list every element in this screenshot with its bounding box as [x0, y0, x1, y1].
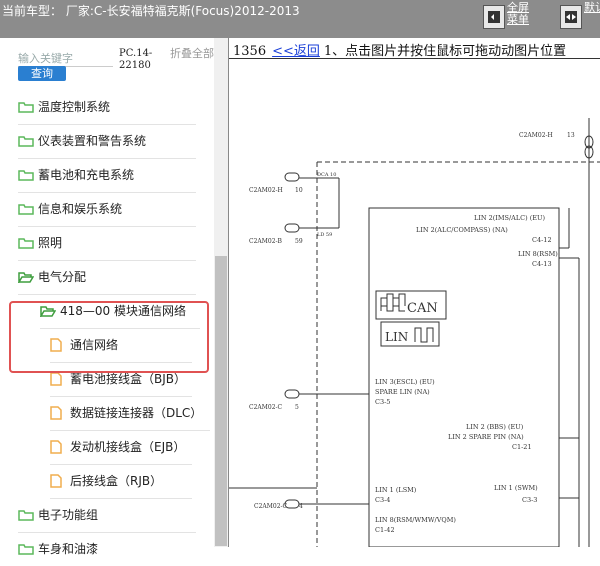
pin-desc: LIN 8(RSM) — [518, 250, 558, 258]
default-view-label: 默认 — [584, 1, 600, 14]
tree-item-label: 照明 — [38, 236, 63, 250]
folder-icon — [18, 238, 34, 249]
pin-label: 59 — [295, 238, 303, 245]
collapse-icon — [560, 5, 582, 29]
wire-label: LD 59 — [317, 232, 332, 238]
pin-label: 13 — [567, 132, 575, 139]
tree-item-label: 电子功能组 — [38, 508, 99, 522]
fullscreen-menu-label: 全屏菜单 — [507, 1, 529, 26]
wiring-diagram[interactable]: C2AM02-H 13 C2AM02-H 10 DCA 10 C2AM02-B … — [229, 58, 600, 547]
file-icon — [50, 440, 62, 454]
tree-item-infotainment[interactable]: 信息和娱乐系统 — [18, 192, 196, 227]
tree-item-label: 蓄电池和充电系统 — [38, 168, 135, 182]
page-number: 1356 — [233, 44, 267, 59]
expand-icon — [483, 5, 505, 29]
pin-number: C1-42 — [375, 526, 395, 534]
folder-icon — [18, 544, 34, 555]
pin-desc: LIN 2(IMS/ALC) (EU) — [474, 214, 546, 222]
tree-item-label: 车身和油漆 — [38, 542, 99, 556]
folder-icon — [18, 170, 34, 181]
tree-item-instruments[interactable]: 仪表装置和警告系统 — [18, 124, 196, 159]
pc-code: PC.14-22180 — [119, 48, 153, 71]
left-panel: 查询 PC.14-22180 折叠全部 温度控制系统 仪表装置和警告系统 蓄电池… — [0, 38, 228, 556]
wire-label: DCA 10 — [317, 172, 336, 178]
selection-highlight — [9, 301, 209, 373]
file-icon — [50, 406, 62, 420]
tree-item-electrical[interactable]: 电气分配 — [18, 260, 196, 295]
sidebar-scrollbar[interactable] — [214, 38, 228, 547]
pin-number: C3-3 — [522, 496, 537, 504]
pin-number: C1-21 — [512, 443, 532, 451]
query-button[interactable]: 查询 — [18, 66, 66, 81]
connector-label: C2AM02-C — [254, 503, 288, 510]
scrollbar-thumb[interactable] — [215, 256, 227, 546]
folder-icon — [18, 204, 34, 215]
pin-label: 10 — [295, 187, 303, 194]
connector-label: C2AM02-H — [249, 187, 283, 194]
default-view-button[interactable]: 默认 — [560, 2, 600, 36]
tree-item-electronic-groups[interactable]: 电子功能组 — [18, 498, 196, 533]
pin-number: C4-12 — [532, 236, 552, 244]
pin-desc: SPARE LIN (NA) — [375, 388, 430, 396]
tree-item-label: 信息和娱乐系统 — [38, 202, 123, 216]
pin-desc: LIN 1 (SWM) — [494, 484, 538, 492]
pin-desc: LIN 8(RSM/WMW/VQM) — [375, 516, 456, 524]
tree-item-dlc[interactable]: 数据链接连接器（DLC） — [50, 396, 210, 431]
tree-item-label: 温度控制系统 — [38, 100, 111, 114]
connector-label: C2AM02-H — [519, 132, 553, 139]
pin-number: C4-13 — [532, 260, 552, 268]
search-row: 查询 PC.14-22180 折叠全部 — [0, 38, 228, 90]
tree-item-lighting[interactable]: 照明 — [18, 226, 196, 261]
folder-open-icon — [18, 272, 34, 283]
pin-desc: LIN 3(ESCL) (EU) — [375, 378, 435, 386]
top-bar: 当前车型： 厂家:C-长安福特福克斯(Focus)2012-2013 全屏菜单 … — [0, 0, 600, 38]
pin-number: C3-5 — [375, 398, 390, 406]
can-label: CAN — [407, 301, 438, 316]
tree-item-body-paint[interactable]: 车身和油漆 — [18, 532, 196, 566]
content-nav: 1356 <<返回 1、点击图片并按住鼠标可拖动动图片位置 — [233, 40, 566, 59]
back-link[interactable]: <<返回 — [272, 44, 320, 59]
diagram-panel: 1356 <<返回 1、点击图片并按住鼠标可拖动动图片位置 C2AM02-H 13 … — [228, 38, 600, 547]
pin-desc: LIN 2(ALC/COMPASS) (NA) — [416, 226, 508, 234]
tree-item-label: 数据链接连接器（DLC） — [70, 406, 203, 420]
pin-desc: LIN 2 SPARE PIN (NA) — [448, 433, 524, 441]
tree-item-ejb[interactable]: 发动机接线盒（EJB） — [50, 430, 192, 465]
current-vehicle-title: 当前车型： 厂家:C-长安福特福克斯(Focus)2012-2013 — [2, 4, 300, 18]
tree-item-label: 电气分配 — [38, 270, 87, 284]
folder-icon — [18, 136, 34, 147]
lin-label: LIN — [385, 330, 408, 344]
connector-label: C2AM02-C — [249, 404, 283, 411]
file-icon — [50, 474, 62, 488]
pin-label: 4 — [299, 503, 303, 510]
pin-desc: LIN 1 (LSM) — [375, 486, 417, 494]
tree-item-battery[interactable]: 蓄电池和充电系统 — [18, 158, 196, 193]
keyword-search-input[interactable] — [18, 50, 113, 67]
folder-icon — [18, 102, 34, 113]
folder-icon — [18, 510, 34, 521]
tree-item-temperature[interactable]: 温度控制系统 — [18, 90, 196, 125]
fullscreen-menu-button[interactable]: 全屏菜单 — [483, 2, 539, 36]
pin-number: C3-4 — [375, 496, 390, 504]
connector-label: C2AM02-B — [249, 238, 283, 245]
collapse-all-link[interactable]: 折叠全部 — [170, 48, 214, 60]
pin-desc: LIN 2 (BBS) (EU) — [466, 423, 524, 431]
tree-item-rjb[interactable]: 后接线盒（RJB） — [50, 464, 192, 499]
tree-item-label: 后接线盒（RJB） — [70, 474, 163, 488]
tree-item-label: 仪表装置和警告系统 — [38, 134, 147, 148]
drag-instruction: 1、点击图片并按住鼠标可拖动动图片位置 — [323, 44, 567, 59]
tree-item-label: 发动机接线盒（EJB） — [70, 440, 186, 454]
file-icon — [50, 372, 62, 386]
pin-label: 5 — [295, 404, 299, 411]
